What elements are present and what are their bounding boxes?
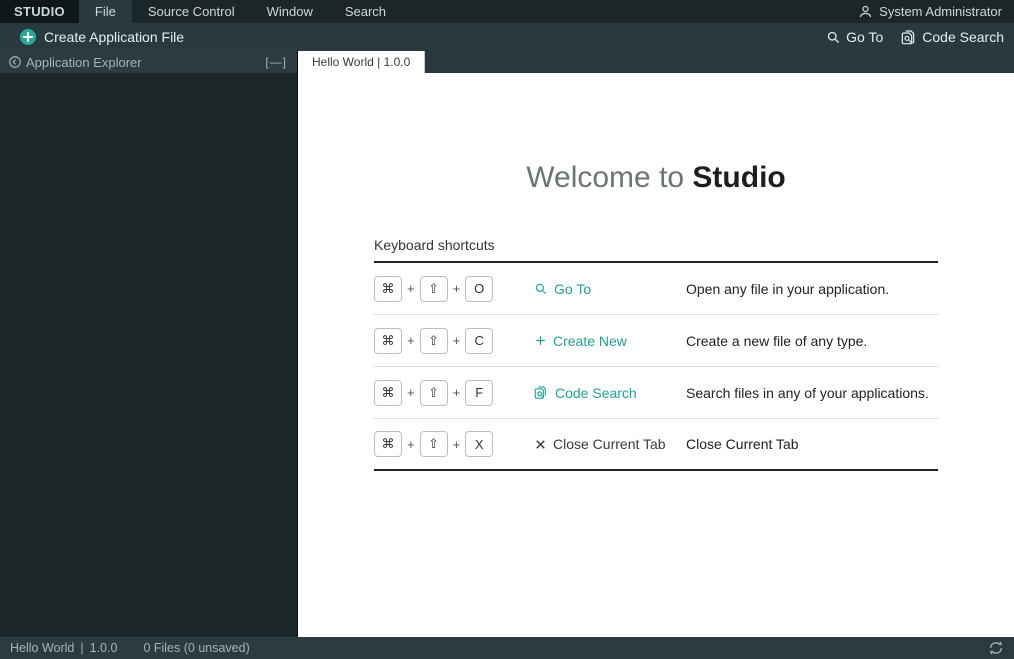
code-search-button[interactable]: Code Search bbox=[901, 29, 1004, 45]
sidebar-header: Application Explorer [—] bbox=[0, 51, 297, 73]
user-name-label: System Administrator bbox=[879, 4, 1002, 19]
sidebar: Application Explorer [—] bbox=[0, 51, 298, 637]
shortcut-action-create-new[interactable]: Create New bbox=[534, 333, 686, 349]
user-menu[interactable]: System Administrator bbox=[846, 0, 1014, 23]
sidebar-title: Application Explorer bbox=[26, 55, 142, 70]
shortcut-keys: ⌘+ ⇧+ C bbox=[374, 328, 534, 354]
shortcut-desc: Close Current Tab bbox=[686, 436, 799, 452]
shortcut-keys: ⌘+ ⇧+ O bbox=[374, 276, 534, 302]
key-shift: ⇧ bbox=[420, 431, 448, 457]
shortcut-action-close-tab: Close Current Tab bbox=[534, 436, 686, 452]
shortcut-desc: Create a new file of any type. bbox=[686, 333, 867, 349]
key-letter: X bbox=[465, 431, 493, 457]
sidebar-body bbox=[0, 73, 297, 637]
menu-window[interactable]: Window bbox=[251, 0, 329, 23]
tab-strip: Hello World | 1.0.0 bbox=[298, 51, 1014, 73]
status-version: 1.0.0 bbox=[90, 641, 118, 655]
shortcut-desc: Open any file in your application. bbox=[686, 281, 889, 297]
shortcut-action-label: Close Current Tab bbox=[553, 436, 666, 452]
keyboard-shortcuts-header: Keyboard shortcuts bbox=[374, 237, 938, 263]
shortcut-keys: ⌘+ ⇧+ F bbox=[374, 380, 534, 406]
file-search-icon bbox=[534, 385, 549, 400]
key-cmd: ⌘ bbox=[374, 431, 402, 457]
shortcut-row-code-search: ⌘+ ⇧+ F Code Search Search files in any … bbox=[374, 367, 938, 419]
close-icon bbox=[534, 438, 547, 451]
content-area: Hello World | 1.0.0 Welcome to Studio Ke… bbox=[298, 51, 1014, 637]
code-search-label: Code Search bbox=[922, 29, 1004, 45]
menu-search[interactable]: Search bbox=[329, 0, 402, 23]
status-app-name: Hello World bbox=[10, 641, 74, 655]
shortcut-row-create-new: ⌘+ ⇧+ C Create New Create a new file of … bbox=[374, 315, 938, 367]
shortcut-action-label: Create New bbox=[553, 333, 627, 349]
key-cmd: ⌘ bbox=[374, 276, 402, 302]
shortcut-desc: Search files in any of your applications… bbox=[686, 385, 929, 401]
search-icon bbox=[826, 30, 841, 45]
shortcut-action-goto[interactable]: Go To bbox=[534, 281, 686, 297]
file-search-icon bbox=[901, 29, 917, 45]
plus-icon bbox=[534, 334, 547, 347]
shortcut-row-close-tab: ⌘+ ⇧+ X Close Current Tab Close Current … bbox=[374, 419, 938, 471]
key-shift: ⇧ bbox=[420, 380, 448, 406]
plus-circle-icon bbox=[20, 29, 36, 45]
key-letter: O bbox=[465, 276, 493, 302]
shortcut-keys: ⌘+ ⇧+ X bbox=[374, 431, 534, 457]
welcome-title: Welcome to Studio bbox=[374, 161, 938, 195]
brand-label: STUDIO bbox=[0, 0, 79, 23]
menubar: STUDIO File Source Control Window Search… bbox=[0, 0, 1014, 23]
search-icon bbox=[534, 282, 548, 296]
goto-button[interactable]: Go To bbox=[826, 29, 883, 45]
create-application-file-button[interactable]: Create Application File bbox=[20, 29, 184, 45]
collapse-sidebar-button[interactable]: [—] bbox=[265, 55, 287, 69]
actionbar: Create Application File Go To Code Searc… bbox=[0, 23, 1014, 51]
key-cmd: ⌘ bbox=[374, 328, 402, 354]
goto-label: Go To bbox=[846, 29, 883, 45]
key-cmd: ⌘ bbox=[374, 380, 402, 406]
welcome-panel: Welcome to Studio Keyboard shortcuts ⌘+ … bbox=[298, 73, 1014, 637]
menu-source-control[interactable]: Source Control bbox=[132, 0, 251, 23]
shortcut-action-label: Go To bbox=[554, 281, 591, 297]
key-letter: F bbox=[465, 380, 493, 406]
welcome-title-bold: Studio bbox=[692, 161, 785, 194]
sync-icon[interactable] bbox=[988, 640, 1004, 656]
tab-hello-world[interactable]: Hello World | 1.0.0 bbox=[298, 51, 425, 73]
shortcut-row-goto: ⌘+ ⇧+ O Go To Open any file in your appl… bbox=[374, 263, 938, 315]
key-shift: ⇧ bbox=[420, 328, 448, 354]
statusbar: Hello World | 1.0.0 0 Files (0 unsaved) bbox=[0, 637, 1014, 659]
back-icon[interactable] bbox=[6, 55, 24, 69]
menu-file[interactable]: File bbox=[79, 0, 132, 23]
key-shift: ⇧ bbox=[420, 276, 448, 302]
status-files: 0 Files (0 unsaved) bbox=[143, 641, 249, 655]
key-letter: C bbox=[465, 328, 493, 354]
create-application-file-label: Create Application File bbox=[44, 29, 184, 45]
shortcut-action-code-search[interactable]: Code Search bbox=[534, 385, 686, 401]
user-icon bbox=[858, 4, 873, 19]
welcome-title-prefix: Welcome to bbox=[526, 161, 692, 194]
shortcut-action-label: Code Search bbox=[555, 385, 637, 401]
